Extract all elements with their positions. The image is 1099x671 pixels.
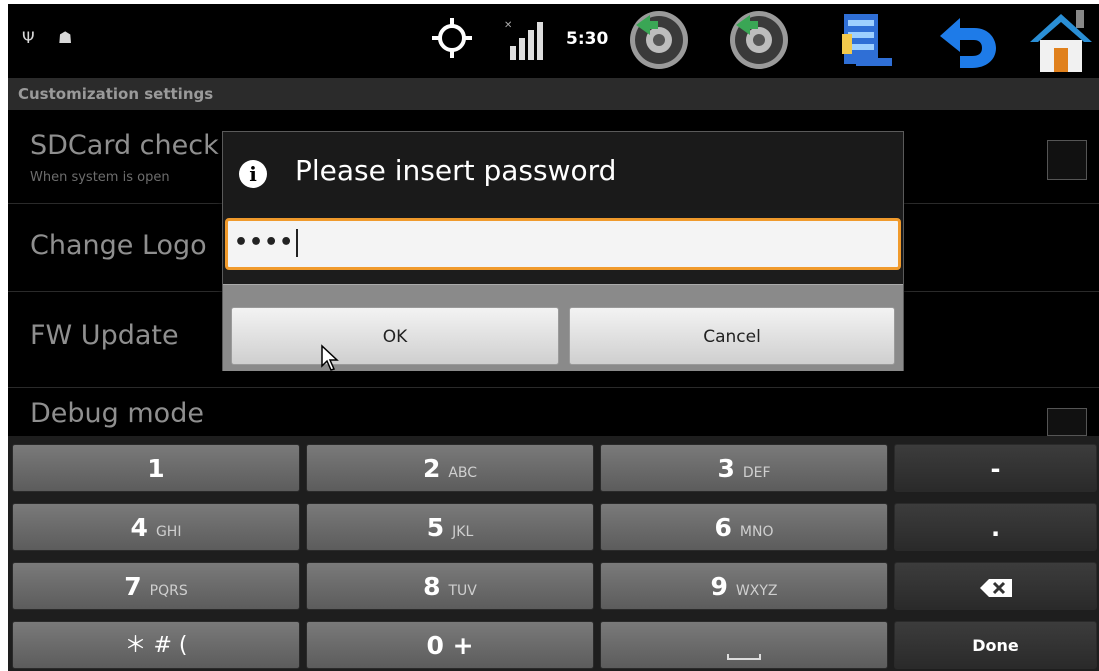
android-debug-icon: ☗ [58, 28, 73, 47]
key-digit: 0 + [426, 631, 474, 660]
key-digit: 4 [130, 513, 148, 542]
key-letters: ABC [448, 465, 478, 481]
key-1[interactable]: 1 [12, 444, 300, 492]
done-label: Done [972, 636, 1019, 655]
signal-icon: ✕ [504, 20, 543, 60]
cancel-button[interactable]: Cancel [569, 307, 895, 365]
dialog-title: Please insert password [295, 154, 617, 187]
key-digit: 2 [422, 454, 441, 483]
key-8[interactable]: 8 TUV [306, 562, 594, 610]
bookmark-icon[interactable] [834, 10, 896, 72]
backspace-icon [979, 578, 1012, 597]
signal-x-label: ✕ [504, 20, 512, 31]
dialog-titlebar: i Please insert password [223, 132, 903, 210]
password-input[interactable]: •••• [225, 218, 901, 270]
speaker-icon[interactable] [628, 9, 690, 71]
debug-mode-checkbox[interactable] [1047, 408, 1087, 436]
key-letters: JKL [452, 524, 474, 540]
key-digit: 9 [710, 572, 728, 601]
home-icon[interactable] [1026, 6, 1096, 76]
key-letters: MNO [739, 524, 774, 540]
key-digit: 1 [147, 454, 165, 483]
key-letters: PQRS [149, 583, 188, 599]
key-symbol: . [990, 514, 1001, 542]
key-9[interactable]: 9 WXYZ [600, 562, 888, 610]
key-0[interactable]: 0 + [306, 621, 594, 669]
key-3[interactable]: 3 DEF [600, 444, 888, 492]
key-letters: DEF [742, 465, 771, 481]
key-star-hash-paren[interactable]: ＊ # ( [12, 621, 300, 669]
password-dialog: i Please insert password •••• OK Cancel [222, 131, 904, 371]
key-space[interactable] [600, 621, 888, 669]
mouse-pointer-icon [321, 344, 339, 371]
key-digit: 3 [717, 454, 735, 483]
setting-debug-mode[interactable]: Debug mode [8, 388, 1099, 436]
setting-title: FW Update [30, 320, 179, 351]
usb-icon: Ψ [22, 28, 35, 47]
key-letters: GHI [155, 524, 182, 540]
key-backspace[interactable] [894, 562, 1097, 610]
key-done[interactable]: Done [894, 621, 1097, 669]
clock-time: 5:30 [566, 29, 609, 49]
key-7[interactable]: 7 PQRS [12, 562, 300, 610]
key-symbol: ＊ # ( [124, 633, 188, 658]
key-digit: 5 [426, 513, 445, 542]
setting-subtitle: When system is open [30, 170, 170, 185]
ok-button[interactable]: OK [231, 307, 559, 365]
info-icon: i [239, 160, 267, 188]
key-2[interactable]: 2 ABC [306, 444, 594, 492]
key-minus[interactable]: - [894, 444, 1097, 492]
device-screen: Ψ ☗ ✕ 5:30 Customization settings SDCard… [8, 4, 1099, 671]
sdcard-check-checkbox[interactable] [1047, 140, 1087, 180]
key-5[interactable]: 5 JKL [306, 503, 594, 551]
space-bar-icon [727, 654, 761, 660]
key-symbol: - [990, 455, 1001, 483]
key-6[interactable]: 6 MNO [600, 503, 888, 551]
back-arrow-icon[interactable] [934, 14, 998, 70]
setting-title: SDCard check [30, 130, 219, 161]
key-letters: TUV [448, 583, 477, 599]
key-period[interactable]: . [894, 503, 1097, 551]
key-digit: 7 [124, 572, 142, 601]
key-digit: 8 [423, 572, 441, 601]
password-value: •••• [234, 230, 295, 255]
status-bar: Ψ ☗ ✕ 5:30 [8, 4, 1099, 76]
setting-title: Debug mode [30, 398, 204, 429]
key-4[interactable]: 4 GHI [12, 503, 300, 551]
speaker-icon[interactable] [728, 9, 790, 71]
key-digit: 6 [714, 513, 732, 542]
settings-header: Customization settings [8, 78, 1099, 110]
key-letters: WXYZ [735, 583, 778, 599]
numeric-keypad: 1 2 ABC 3 DEF - 4 GHI 5 JKL 6 MNO . 7 PQRS 8 TU… [8, 436, 1099, 671]
setting-title: Change Logo [30, 230, 207, 261]
text-caret [296, 229, 299, 257]
gps-crosshair-icon [432, 18, 472, 58]
